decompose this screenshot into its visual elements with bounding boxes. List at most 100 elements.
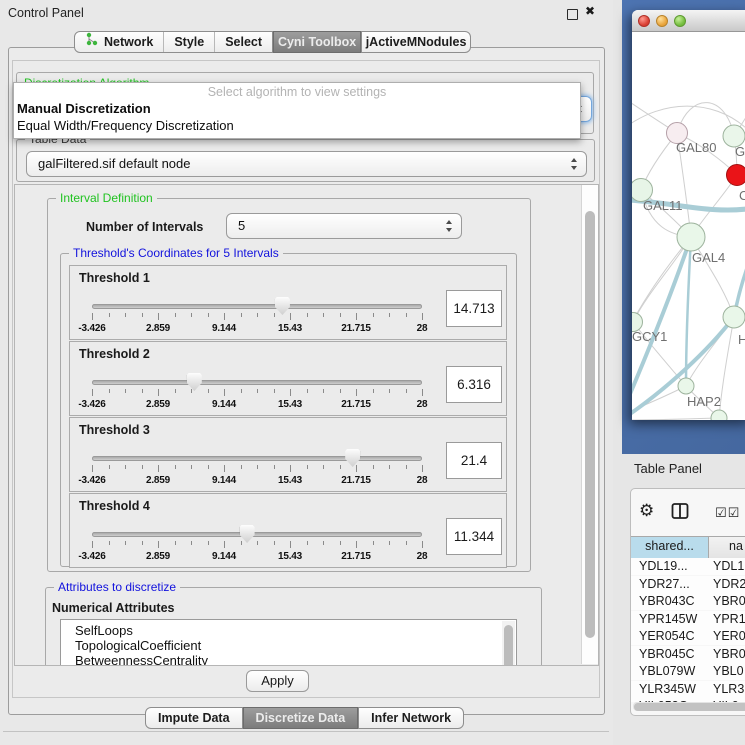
network-view-window: GAL80GACGAL11GAL4GCY1HHAP2 [632,10,745,420]
threshold-value-field[interactable]: 21.4 [446,442,502,479]
popup-option-equal-width-frequency[interactable]: Equal Width/Frequency Discretization [16,118,577,133]
slider-track[interactable] [92,532,422,537]
tick-mark [109,465,110,469]
network-edge[interactable] [632,106,745,128]
table-row[interactable]: YBR043C YBR0 [631,593,745,610]
list-scrollbar-thumb[interactable] [504,625,513,666]
tick-mark [274,541,275,545]
apply-button[interactable]: Apply [246,670,309,692]
network-node[interactable] [677,223,705,251]
cell-shared-name[interactable]: YDR27... [639,576,690,593]
threshold-slider[interactable]: -3.4262.8599.14415.4321.71528 [92,446,422,490]
popup-option-manual-discretization[interactable]: Manual Discretization [16,101,577,116]
tab-style[interactable]: Style [163,32,214,52]
tab-network[interactable]: Network [75,32,163,52]
table-data-combobox[interactable]: galFiltered.sif default node [26,151,587,177]
table-row[interactable]: YDL19... YDL1 [631,558,745,575]
table-row[interactable]: YLR345W YLR3 [631,681,745,698]
tick-mark [389,465,390,469]
threshold-slider[interactable]: -3.4262.8599.14415.4321.71528 [92,294,422,338]
threshold-value-field[interactable]: 11.344 [446,518,502,555]
network-edge[interactable] [632,418,719,420]
network-node[interactable] [678,378,694,394]
cell-name[interactable]: YDL1 [713,558,744,575]
vertical-scrollbar[interactable] [581,185,598,664]
cell-name[interactable]: YPR1 [713,611,745,628]
cell-shared-name[interactable]: YBL079W [639,663,695,680]
close-icon[interactable]: ✖ [585,4,595,18]
cell-name[interactable]: YBL0 [713,663,744,680]
tab-discretize-data[interactable]: Discretize Data [243,707,359,729]
table-row[interactable]: YER054C YER0 [631,628,745,645]
threshold-slider[interactable]: -3.4262.8599.14415.4321.71528 [92,522,422,566]
zoom-traffic-light[interactable] [674,15,686,27]
tick-mark [290,465,291,472]
tick-mark [422,465,423,472]
tab-jactivemnodules[interactable]: jActiveMNodules [361,31,471,53]
cell-shared-name[interactable]: YER054C [639,628,695,645]
column-header-name[interactable]: na [709,537,745,558]
column-header-shared-name[interactable]: shared... [631,537,709,558]
slider-thumb-icon[interactable] [240,525,255,543]
list-scrollbar[interactable] [502,621,515,666]
table-row[interactable]: YBR045C YBR0 [631,646,745,663]
network-graph[interactable]: GAL80GACGAL11GAL4GCY1HHAP2 [632,32,745,420]
table-row[interactable]: YPR145W YPR1 [631,611,745,628]
attribute-list-item[interactable]: BetweennessCentrality [75,653,208,666]
network-node[interactable] [711,410,727,420]
tick-mark [175,313,176,317]
cell-name[interactable]: YDR2 [713,576,745,593]
cell-name[interactable]: YBR0 [713,593,745,610]
attribute-list-item[interactable]: SelfLoops [75,623,133,638]
tab-impute-data[interactable]: Impute Data [145,707,243,729]
close-traffic-light[interactable] [638,15,650,27]
threshold-value-field[interactable]: 14.713 [446,290,502,327]
threshold-slider[interactable]: -3.4262.8599.14415.4321.71528 [92,370,422,414]
cell-shared-name[interactable]: YPR145W [639,611,697,628]
network-node[interactable] [723,306,745,328]
float-window-icon[interactable] [567,9,578,20]
slider-thumb-icon[interactable] [345,449,360,467]
tick-mark [307,465,308,469]
attribute-list-item[interactable]: TopologicalCoefficient [75,638,201,653]
horizontal-scrollbar-thumb[interactable] [634,703,745,711]
cell-shared-name[interactable]: YLR345W [639,681,696,698]
tab-group-left: Network Style Select [74,31,273,53]
slider-thumb-icon[interactable] [187,373,202,391]
network-canvas[interactable]: GAL80GACGAL11GAL4GCY1HHAP2 [632,32,745,420]
slider-thumb-icon[interactable] [275,297,290,315]
tick-mark [158,465,159,472]
tab-cyni-toolbox[interactable]: Cyni Toolbox [273,31,361,53]
cell-shared-name[interactable]: YBR045C [639,646,695,663]
table-row[interactable]: YDR27... YDR2 [631,576,745,593]
tab-select[interactable]: Select [214,32,272,52]
slider-track[interactable] [92,304,422,309]
tick-mark [406,541,407,545]
cell-name[interactable]: YER0 [713,628,745,645]
table-row[interactable]: YBL079W YBL0 [631,663,745,680]
network-edge[interactable] [633,237,691,322]
threshold-label: Threshold 1 [79,271,150,285]
gear-icon[interactable]: ⚙ [639,501,654,521]
slider-track[interactable] [92,380,422,385]
minimize-traffic-light[interactable] [656,15,668,27]
cell-name[interactable]: YLR3 [713,681,744,698]
tab-infer-network[interactable]: Infer Network [358,707,464,729]
horizontal-scrollbar[interactable] [633,702,745,711]
vertical-scrollbar-thumb[interactable] [585,211,595,638]
network-window-titlebar[interactable] [632,10,745,32]
numerical-attributes-list[interactable]: SelfLoopsTopologicalCoefficientBetweenne… [60,619,517,666]
checkbox-icons[interactable]: ☑☑ [715,505,740,521]
slider-track[interactable] [92,456,422,461]
threshold-value-field[interactable]: 6.316 [446,366,502,403]
tick-mark [274,389,275,393]
number-of-intervals-combobox[interactable]: 5 [226,213,462,239]
cell-shared-name[interactable]: YBR043C [639,593,695,610]
network-node[interactable] [727,165,745,186]
column-layout-icon[interactable] [671,502,689,525]
tick-label: -3.426 [78,475,105,486]
cell-shared-name[interactable]: YDL19... [639,558,688,575]
tick-mark [109,541,110,545]
cell-name[interactable]: YBR0 [713,646,745,663]
tick-mark [373,313,374,317]
